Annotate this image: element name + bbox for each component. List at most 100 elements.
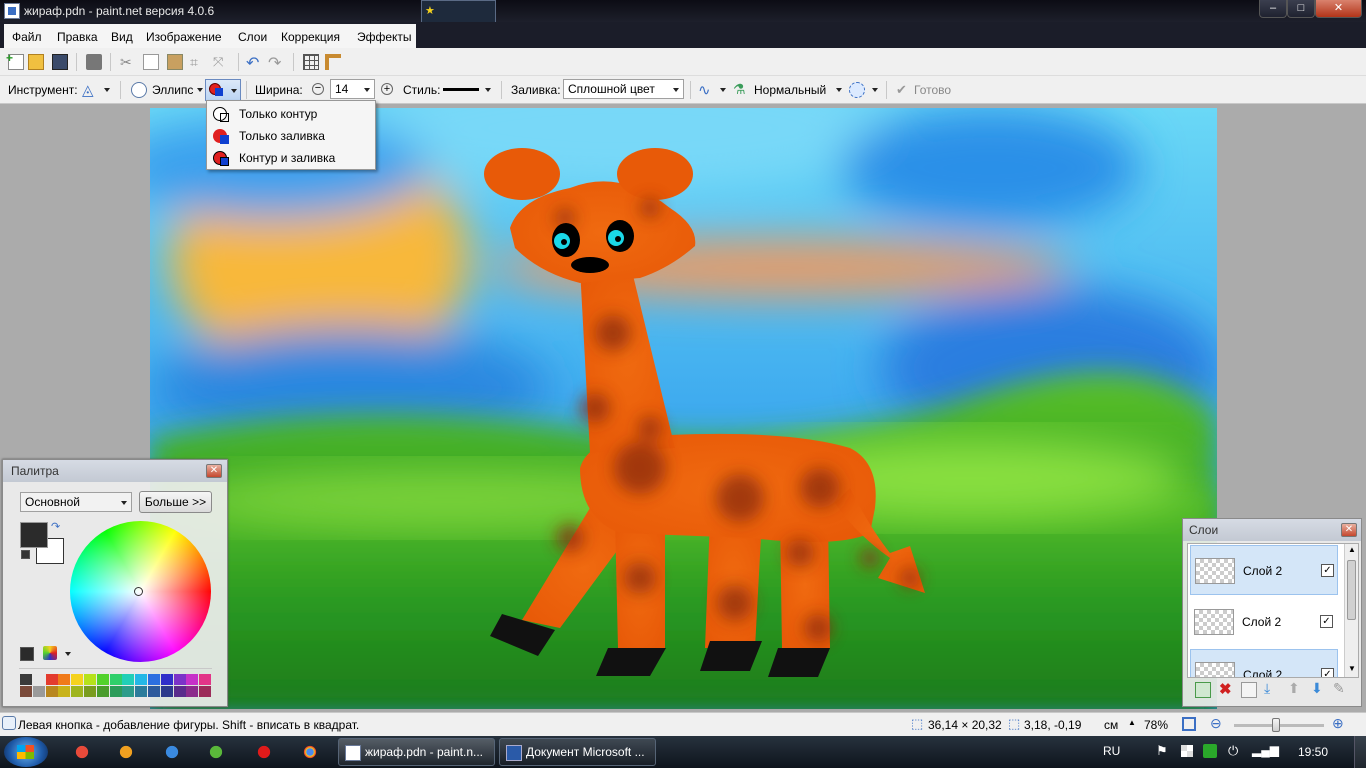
open-folder-icon[interactable] [28, 54, 44, 70]
menu-item-fill-only[interactable]: Только заливка [207, 125, 375, 147]
menu-file[interactable]: Файл [12, 30, 42, 44]
cut-icon[interactable]: ✂ [120, 54, 136, 70]
color-swatch[interactable] [96, 674, 109, 685]
width-input[interactable]: 14 [330, 79, 375, 99]
finish-shape-button[interactable]: Готово [914, 83, 951, 97]
color-swatch[interactable] [199, 686, 212, 697]
delete-layer-icon[interactable]: ✖ [1219, 680, 1232, 698]
merge-layer-down-icon[interactable]: ⤓ [1264, 680, 1270, 697]
zoom-fit-icon[interactable] [1182, 717, 1196, 731]
ruler-icon[interactable] [325, 54, 341, 70]
copy-icon[interactable] [143, 54, 159, 70]
maximize-button[interactable]: □ [1287, 0, 1315, 18]
width-increase-icon[interactable]: + [381, 83, 393, 95]
color-swatch[interactable] [96, 686, 109, 697]
color-swatch[interactable] [45, 674, 58, 685]
palette-mode-select[interactable]: Основной [20, 492, 132, 512]
start-button[interactable] [4, 737, 48, 767]
tool-dropdown-chevron-icon[interactable] [104, 88, 110, 92]
crop-icon[interactable]: ⌗ [190, 54, 206, 70]
color-swatch[interactable] [160, 674, 173, 685]
layer-item[interactable]: Слой 2 ✓ [1190, 649, 1338, 677]
taskbar-chrome-icon[interactable] [296, 738, 324, 766]
taskbar-opera-icon[interactable] [250, 738, 278, 766]
color-swatch[interactable] [32, 686, 45, 697]
line-style-dropdown[interactable] [441, 81, 495, 99]
color-swatch[interactable] [84, 686, 96, 697]
selection-mode-chevron-icon[interactable] [872, 88, 878, 92]
tray-power-icon[interactable]: ⏻ [1228, 743, 1238, 759]
scroll-up-icon[interactable]: ▲ [1348, 545, 1356, 554]
menu-adjustments[interactable]: Коррекция [281, 30, 340, 44]
tray-update-icon[interactable] [1203, 744, 1217, 758]
color-swatch[interactable] [186, 674, 199, 685]
more-button[interactable]: Больше >> [139, 491, 212, 513]
color-swatch[interactable] [20, 686, 32, 697]
palette-titlebar[interactable]: Палитра ✕ [3, 460, 227, 482]
blend-mode-chevron-icon[interactable] [836, 88, 842, 92]
taskbar-pinned-app-1-icon[interactable] [68, 738, 96, 766]
move-layer-down-icon[interactable]: ⬇ [1311, 680, 1323, 697]
palette-menu-icon[interactable] [43, 646, 57, 660]
color-swatch[interactable] [84, 674, 96, 685]
layer-item[interactable]: Слой 2 ✓ [1190, 545, 1338, 595]
color-wheel[interactable] [70, 521, 211, 662]
units-label[interactable]: см [1104, 718, 1118, 732]
color-swatch[interactable] [135, 674, 148, 685]
save-icon[interactable] [52, 54, 68, 70]
color-swatch[interactable] [160, 686, 173, 697]
redo-icon[interactable]: ↷ [268, 53, 284, 72]
taskbar-files-icon[interactable] [112, 738, 140, 766]
menu-view[interactable]: Вид [111, 30, 133, 44]
color-swatch[interactable] [109, 686, 122, 697]
zoom-value[interactable]: 78% [1144, 718, 1168, 732]
color-swatch[interactable] [122, 686, 135, 697]
zoom-slider-thumb[interactable] [1272, 718, 1280, 732]
layers-scrollbar[interactable]: ▲ ▼ [1344, 544, 1358, 677]
color-swatch[interactable] [32, 674, 45, 685]
selection-mode-icon[interactable] [849, 82, 865, 98]
layer-visible-checkbox[interactable]: ✓ [1321, 668, 1334, 677]
taskbar-word-task[interactable]: Документ Microsoft ... [499, 738, 656, 766]
palette-menu-chevron-icon[interactable] [65, 652, 71, 656]
menu-item-outline-only[interactable]: Только контур [207, 103, 375, 125]
show-desktop-button[interactable] [1354, 736, 1366, 768]
undo-icon[interactable]: ↶ [246, 53, 262, 72]
color-swatch[interactable] [71, 686, 84, 697]
print-icon[interactable] [86, 54, 102, 70]
image-canvas[interactable] [150, 108, 1217, 709]
color-swatch[interactable] [122, 674, 135, 685]
scroll-down-icon[interactable]: ▼ [1348, 664, 1356, 673]
tray-network-icon[interactable]: ▂▄▆ [1252, 743, 1279, 757]
menu-layers[interactable]: Слои [238, 30, 267, 44]
paste-icon[interactable] [167, 54, 183, 70]
color-swatch[interactable] [71, 674, 84, 685]
antialiasing-chevron-icon[interactable] [720, 88, 726, 92]
units-chevron-icon[interactable]: ▲ [1128, 718, 1136, 727]
blend-mode-icon[interactable]: ⚗ [733, 81, 749, 97]
tray-flag-icon[interactable]: ⚑ [1156, 743, 1168, 759]
reset-colors-icon[interactable] [21, 550, 30, 559]
primary-color-swatch[interactable] [20, 522, 48, 548]
swap-colors-icon[interactable]: ↷ [51, 520, 60, 533]
menu-effects[interactable]: Эффекты [357, 30, 412, 44]
color-swatch[interactable] [148, 674, 160, 685]
language-indicator[interactable]: RU [1103, 744, 1120, 758]
color-swatch[interactable] [135, 686, 148, 697]
palette-close-icon[interactable]: ✕ [206, 464, 222, 478]
layer-properties-icon[interactable]: ✎ [1333, 680, 1345, 697]
color-swatch[interactable] [58, 686, 71, 697]
color-swatch[interactable] [58, 674, 71, 685]
minimize-button[interactable]: – [1259, 0, 1287, 18]
fill-type-select[interactable]: Сплошной цвет [563, 79, 684, 99]
tray-windows-icon[interactable] [1181, 745, 1193, 757]
deselect-icon[interactable]: ⤧ [213, 54, 229, 70]
paintnet-app-icon[interactable] [4, 3, 20, 19]
clock[interactable]: 19:50 [1298, 745, 1328, 759]
layer-visible-checkbox[interactable]: ✓ [1320, 615, 1333, 628]
grid-icon[interactable] [303, 54, 319, 70]
width-decrease-icon[interactable]: − [312, 83, 324, 95]
color-swatch[interactable] [173, 674, 186, 685]
menu-item-outline-and-fill[interactable]: Контур и заливка [207, 147, 375, 169]
color-swatch[interactable] [45, 686, 58, 697]
